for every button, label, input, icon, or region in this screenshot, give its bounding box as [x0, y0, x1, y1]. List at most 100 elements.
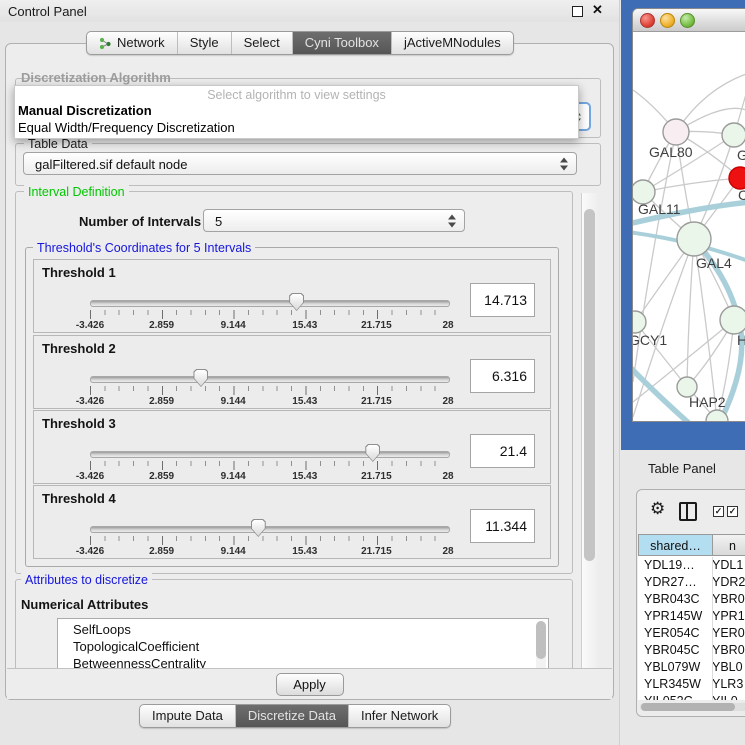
node-label-h: H — [737, 332, 745, 348]
minimize-traffic-light-icon[interactable] — [660, 13, 675, 28]
tick-label: -3.426 — [76, 320, 104, 331]
threshold-4-slider[interactable]: -3.426 2.859 9.144 15.43 21.715 28 — [90, 518, 448, 558]
table-row[interactable]: YDR27…YDR2 — [638, 574, 745, 591]
threshold-1-label: Threshold 1 — [42, 265, 116, 280]
cyni-toolbox-panel: Discretization Algorithm Select algorith… — [5, 43, 614, 700]
node-gal4[interactable] — [677, 222, 711, 256]
threshold-3-slider[interactable]: -3.426 2.859 9.144 15.43 21.715 28 — [90, 443, 448, 483]
threshold-2-slider[interactable]: -3.426 2.859 9.144 15.43 21.715 28 — [90, 368, 448, 408]
network-window-titlebar[interactable] — [633, 9, 745, 32]
table-row[interactable]: YBR045CYBR0 — [638, 642, 745, 659]
split-panel-icon[interactable] — [679, 502, 697, 521]
slider-track[interactable] — [90, 300, 450, 307]
spinner-stepper-icon — [447, 214, 456, 227]
node-label-c: C — [738, 187, 745, 203]
tick-label: -3.426 — [76, 396, 104, 407]
tab-cyni-toolbox[interactable]: Cyni Toolbox — [292, 32, 391, 54]
dropdown-option-equal-width[interactable]: Equal Width/Frequency Discretization — [18, 120, 235, 135]
close-icon[interactable]: ✕ — [592, 2, 603, 18]
top-tab-bar: Network Style Select Cyni Toolbox jActiv… — [86, 31, 514, 55]
slider-thumb[interactable] — [365, 444, 380, 462]
table-data-combobox[interactable]: galFiltered.sif default node — [23, 152, 577, 175]
node-label-gcy1: GCY1 — [633, 332, 667, 348]
table-h-scrollbar-thumb[interactable] — [641, 703, 735, 711]
table-row[interactable]: YLR345WYLR3 — [638, 676, 745, 693]
node-gal80[interactable] — [663, 119, 689, 145]
tick-label: 21.715 — [361, 396, 392, 407]
column-header-shared-name[interactable]: shared… — [638, 534, 713, 556]
tab-infer-network[interactable]: Infer Network — [348, 705, 450, 727]
float-window-icon[interactable] — [572, 6, 583, 17]
table-row[interactable]: YER054CYER0 — [638, 625, 745, 642]
threshold-4-panel: Threshold 4 -3.426 2.859 9.144 15.43 21.… — [33, 485, 551, 559]
list-item[interactable]: SelfLoops — [58, 619, 548, 638]
tab-impute-data-label: Impute Data — [152, 705, 223, 727]
table-row[interactable]: YIL052CYIL0 — [638, 693, 745, 700]
slider-scale: -3.426 2.859 9.144 15.43 21.715 28 — [90, 471, 448, 483]
tick-label: 15.43 — [292, 396, 317, 407]
num-intervals-spinner[interactable]: 5 — [203, 209, 465, 232]
tick-label: 21.715 — [361, 471, 392, 482]
node-label-gal4: GAL4 — [696, 255, 732, 271]
threshold-2-label: Threshold 2 — [42, 341, 116, 356]
node-gcy1[interactable] — [633, 311, 646, 333]
tab-network[interactable]: Network — [87, 32, 177, 54]
slider-track[interactable] — [90, 526, 450, 533]
tab-network-label: Network — [117, 32, 165, 54]
network-graph: GAL80 G C GAL11 GAL4 GCY1 H HAP2 — [633, 32, 745, 421]
threshold-2-value-field[interactable]: 6.316 — [470, 359, 535, 393]
apply-button[interactable]: Apply — [276, 673, 344, 696]
tick-label: 2.859 — [149, 546, 174, 557]
table-h-scrollbar[interactable] — [640, 703, 745, 711]
tab-select[interactable]: Select — [231, 32, 292, 54]
control-panel-titlebar: Control Panel ✕ — [0, 0, 619, 22]
node-selected-red[interactable] — [729, 167, 745, 189]
table-rows: YDL19…YDL1 YDR27…YDR2 YBR043CYBR0 YPR145… — [638, 557, 745, 700]
table-row[interactable]: YPR145WYPR1 — [638, 608, 745, 625]
table-row[interactable]: YBL079WYBL0 — [638, 659, 745, 676]
attributes-list[interactable]: SelfLoops TopologicalCoefficient Between… — [57, 618, 549, 674]
node-top-right[interactable] — [722, 123, 745, 147]
table-row[interactable]: YDL19…YDL1 — [638, 557, 745, 574]
tick-label: 15.43 — [292, 471, 317, 482]
tab-jactivemnodules[interactable]: jActiveMNodules — [391, 32, 513, 54]
tick-label: 2.859 — [149, 320, 174, 331]
tab-style[interactable]: Style — [177, 32, 231, 54]
gear-icon[interactable]: ⚙ — [650, 499, 665, 519]
slider-ticks — [90, 386, 449, 395]
list-item[interactable]: TopologicalCoefficient — [58, 638, 548, 655]
numerical-attributes-label: Numerical Attributes — [21, 597, 148, 612]
slider-thumb[interactable] — [193, 369, 208, 387]
combo-stepper-icon — [559, 157, 568, 170]
slider-track[interactable] — [90, 451, 450, 458]
table-row[interactable]: YBR043CYBR0 — [638, 591, 745, 608]
threshold-1-slider[interactable]: -3.426 2.859 9.144 15.43 21.715 28 — [90, 292, 448, 332]
tick-label: 28 — [442, 396, 453, 407]
list-scrollbar[interactable] — [536, 621, 546, 671]
interval-definition-title: Interval Definition — [24, 185, 129, 199]
slider-thumb[interactable] — [251, 519, 266, 537]
slider-track[interactable] — [90, 376, 450, 383]
column-header-name[interactable]: n — [712, 534, 745, 556]
tab-cyni-toolbox-label: Cyni Toolbox — [305, 32, 379, 54]
tab-style-label: Style — [190, 32, 219, 54]
threshold-4-value-field[interactable]: 11.344 — [470, 509, 535, 543]
close-traffic-light-icon[interactable] — [640, 13, 655, 28]
column-divider — [712, 557, 713, 700]
panel-scrollbar[interactable] — [581, 193, 598, 669]
tab-impute-data[interactable]: Impute Data — [140, 705, 235, 727]
checkbox-icon[interactable]: ✓ — [713, 506, 724, 517]
slider-scale: -3.426 2.859 9.144 15.43 21.715 28 — [90, 546, 448, 558]
tab-discretize-data[interactable]: Discretize Data — [235, 705, 348, 727]
slider-thumb[interactable] — [289, 293, 304, 311]
threshold-3-value-field[interactable]: 21.4 — [470, 434, 535, 468]
num-intervals-label: Number of Intervals — [79, 214, 201, 229]
dropdown-option-manual-discretization[interactable]: Manual Discretization — [18, 103, 152, 118]
tick-label: 21.715 — [361, 320, 392, 331]
checkbox-icon[interactable]: ✓ — [727, 506, 738, 517]
node-h[interactable] — [720, 306, 745, 334]
network-canvas[interactable]: GAL80 G C GAL11 GAL4 GCY1 H HAP2 — [633, 32, 745, 421]
zoom-traffic-light-icon[interactable] — [680, 13, 695, 28]
threshold-1-value-field[interactable]: 14.713 — [470, 283, 535, 317]
panel-scrollbar-thumb[interactable] — [584, 209, 595, 561]
